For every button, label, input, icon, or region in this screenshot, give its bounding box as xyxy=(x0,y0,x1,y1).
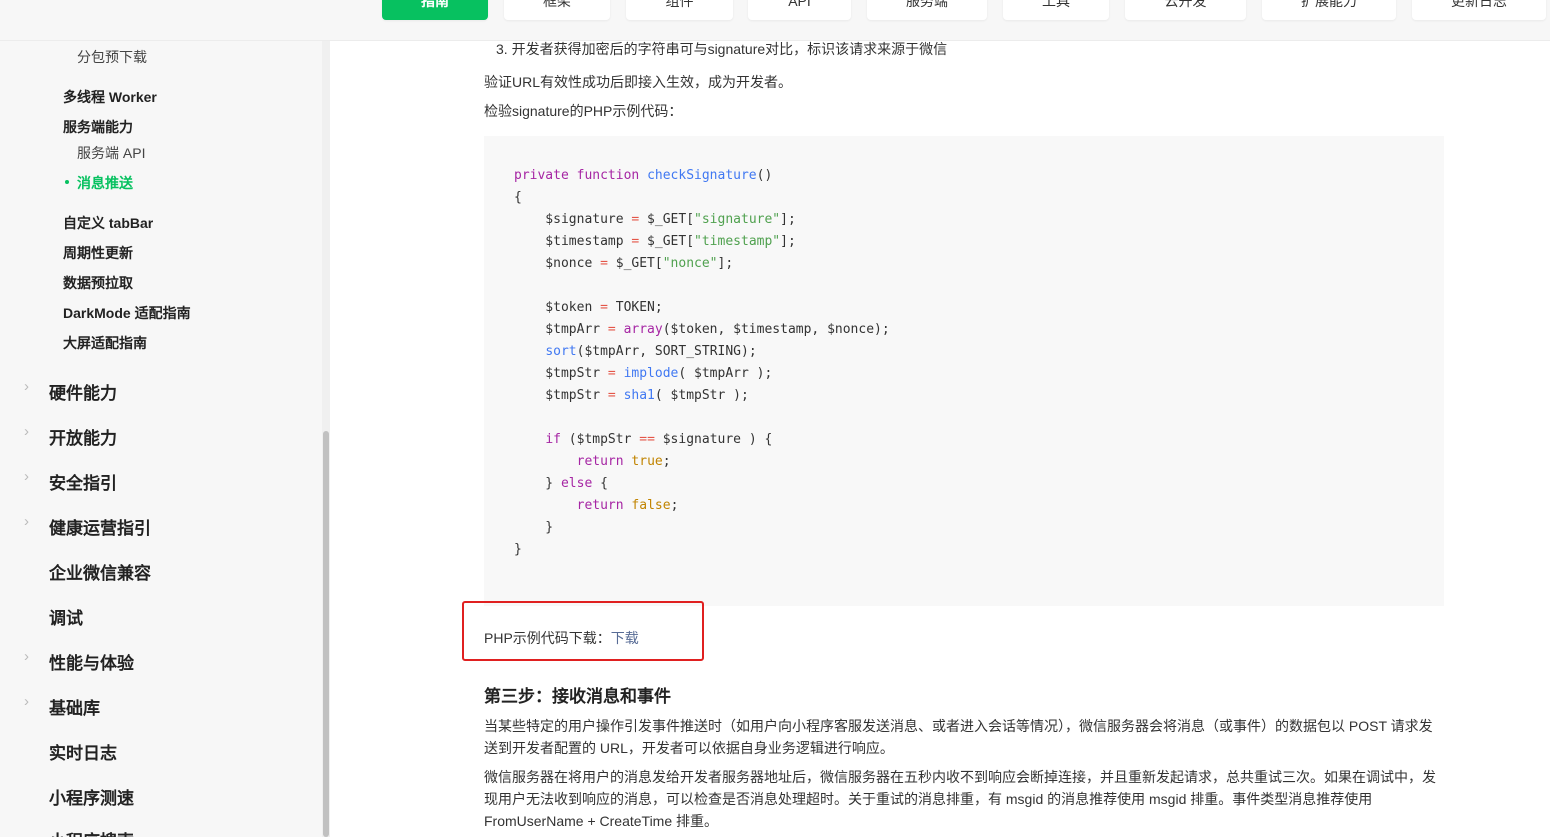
code-content: private function checkSignature() { $sig… xyxy=(514,168,890,557)
download-link[interactable]: 下载 xyxy=(611,630,639,646)
sidebar-section-performance[interactable]: 性能与体验 xyxy=(49,649,134,674)
sidebar-item-subpackage-preload[interactable]: 分包预下载 xyxy=(77,47,147,67)
sidebar-item-message-push[interactable]: 消息推送 xyxy=(65,173,133,193)
chevron-right-icon[interactable]: › xyxy=(24,648,29,665)
php-download-line: PHP示例代码下载：下载 xyxy=(484,627,639,649)
chevron-right-icon[interactable]: › xyxy=(24,513,29,530)
active-dot-icon xyxy=(65,180,69,184)
tab-cloud[interactable]: 云开发 xyxy=(1125,0,1246,20)
tab-changelog[interactable]: 更新日志 xyxy=(1412,0,1546,20)
chevron-right-icon[interactable]: › xyxy=(24,378,29,395)
chevron-right-icon[interactable]: › xyxy=(24,693,29,710)
chevron-right-icon[interactable]: › xyxy=(24,423,29,440)
top-nav: 指南 框架 组件 API 服务端 工具 云开发 扩展能力 更新日志 xyxy=(0,0,1550,41)
sidebar-scrollbar-thumb[interactable] xyxy=(323,431,329,837)
tab-framework[interactable]: 框架 xyxy=(504,0,610,20)
sidebar-item-label: 消息推送 xyxy=(77,175,133,191)
sidebar-section-realtime-log[interactable]: 实时日志 xyxy=(49,739,117,764)
sidebar-section-debug[interactable]: 调试 xyxy=(49,604,83,629)
sidebar-section-search[interactable]: 小程序搜索 xyxy=(49,827,134,837)
sidebar-item-periodic-update[interactable]: 周期性更新 xyxy=(63,243,133,263)
php-sample-label: 检验signature的PHP示例代码： xyxy=(484,103,683,119)
sidebar-item-server-capability[interactable]: 服务端能力 xyxy=(63,117,133,137)
sidebar-item-server-api[interactable]: 服务端 API xyxy=(77,143,145,163)
main-content: 3. 开发者获得加密后的字符串可与signature对比，标识该请求来源于微信 … xyxy=(330,41,1550,837)
sidebar: 分包预下载 多线程 Worker 服务端能力 服务端 API 消息推送 自定义 … xyxy=(0,41,322,837)
sidebar-item-custom-tabbar[interactable]: 自定义 tabBar xyxy=(63,213,153,233)
sidebar-item-data-prefetch[interactable]: 数据预拉取 xyxy=(63,273,133,293)
sidebar-section-open[interactable]: 开放能力 xyxy=(49,424,117,449)
sidebar-item-darkmode[interactable]: DarkMode 适配指南 xyxy=(63,303,191,323)
tab-components[interactable]: 组件 xyxy=(626,0,733,20)
tab-extensions[interactable]: 扩展能力 xyxy=(1262,0,1396,20)
tab-api[interactable]: API xyxy=(748,0,851,20)
sidebar-section-speed-test[interactable]: 小程序测速 xyxy=(49,784,134,809)
paragraph-retry: 微信服务器在将用户的消息发给开发者服务器地址后，微信服务器在五秒内收不到响应会断… xyxy=(484,769,1436,829)
sidebar-section-security[interactable]: 安全指引 xyxy=(49,469,117,494)
verify-text: 验证URL有效性成功后即接入生效，成为开发者。 xyxy=(484,74,793,90)
sidebar-section-health-ops[interactable]: 健康运营指引 xyxy=(49,514,151,539)
chevron-right-icon[interactable]: › xyxy=(24,468,29,485)
tab-server[interactable]: 服务端 xyxy=(867,0,987,20)
tab-tools[interactable]: 工具 xyxy=(1003,0,1109,20)
section-heading: 第三步：接收消息和事件 xyxy=(484,687,671,706)
sidebar-item-worker[interactable]: 多线程 Worker xyxy=(63,87,157,107)
sidebar-section-base-lib[interactable]: 基础库 xyxy=(49,694,100,719)
sidebar-item-large-screen[interactable]: 大屏适配指南 xyxy=(63,333,147,353)
sidebar-section-wecom[interactable]: 企业微信兼容 xyxy=(49,559,151,584)
sidebar-section-hardware[interactable]: 硬件能力 xyxy=(49,379,117,404)
step-list-item: 3. 开发者获得加密后的字符串可与signature对比，标识该请求来源于微信 xyxy=(496,41,948,57)
tab-guide[interactable]: 指南 xyxy=(382,0,488,20)
paragraph-event-push: 当某些特定的用户操作引发事件推送时（如用户向小程序客服发送消息、或者进入会话等情… xyxy=(484,718,1433,756)
download-label: PHP示例代码下载： xyxy=(484,630,611,646)
